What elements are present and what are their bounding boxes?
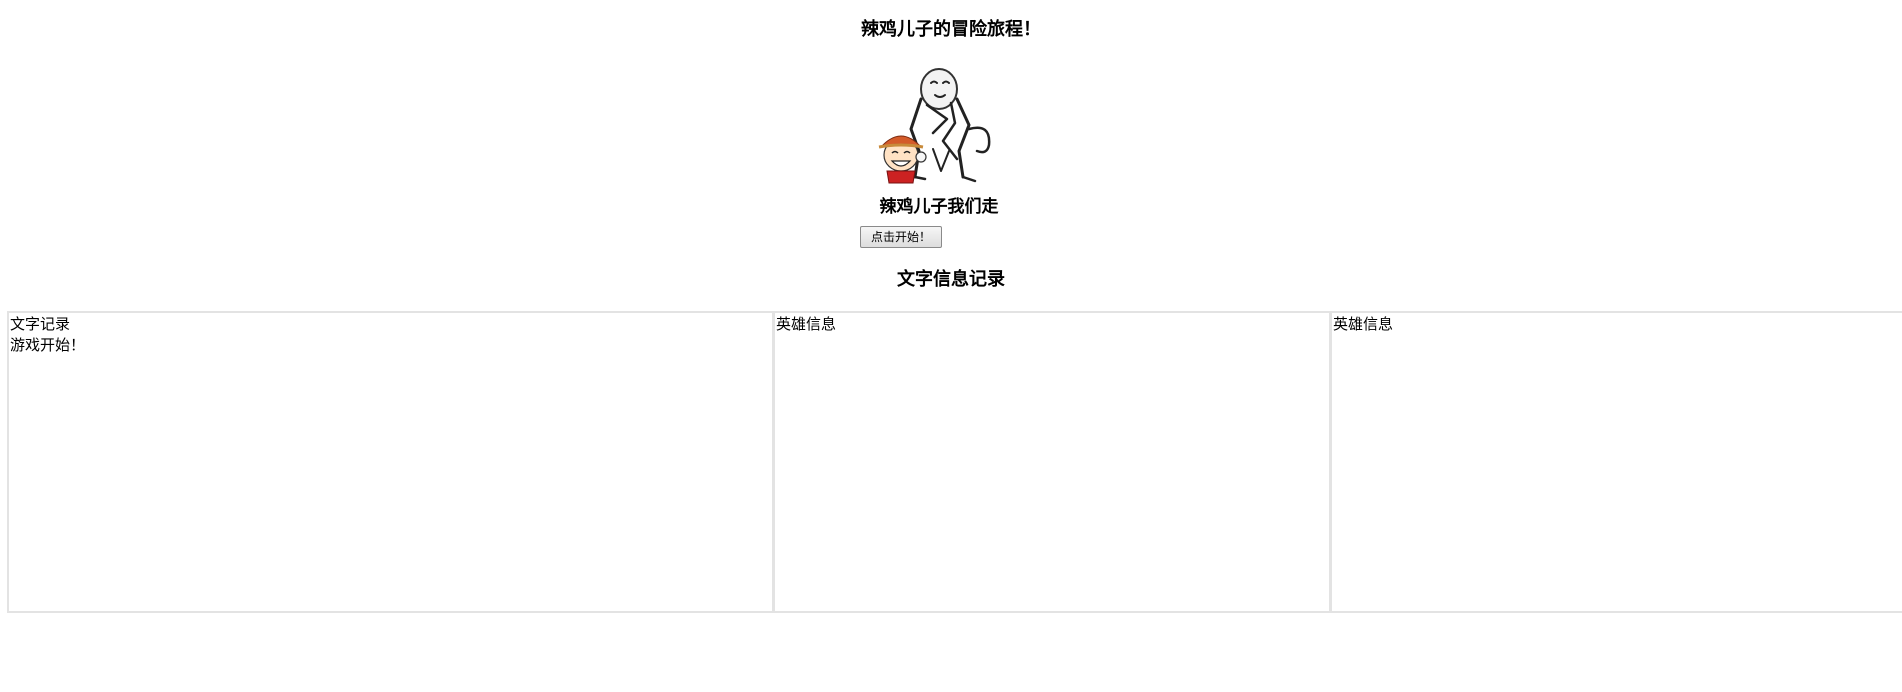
hero-info-header-2: 英雄信息: [1333, 315, 1394, 333]
page-root: 辣鸡儿子的冒险旅程！ 辣鸡儿子我们走 点击开始！ 文字信息记录 文字记录 游戏开…: [0, 0, 1902, 692]
hero-info-panel-2[interactable]: 英雄信息: [1332, 313, 1902, 611]
text-log-entry: 游戏开始！: [10, 336, 86, 354]
meme-image: [878, 68, 991, 184]
text-log-panel[interactable]: 文字记录 游戏开始！: [9, 313, 775, 611]
hero-info-header-1: 英雄信息: [776, 315, 837, 333]
start-button[interactable]: 点击开始！: [860, 226, 942, 248]
info-panels: 文字记录 游戏开始！ 英雄信息 英雄信息: [7, 311, 1902, 613]
meme-card: 辣鸡儿子我们走: [859, 59, 1019, 224]
text-log-header: 文字记录: [10, 315, 71, 333]
page-title: 辣鸡儿子的冒险旅程！: [861, 19, 1041, 40]
log-section-title: 文字信息记录: [897, 269, 1005, 290]
meme-caption: 辣鸡儿子我们走: [879, 197, 999, 217]
hero-info-panel-1[interactable]: 英雄信息: [775, 313, 1332, 611]
